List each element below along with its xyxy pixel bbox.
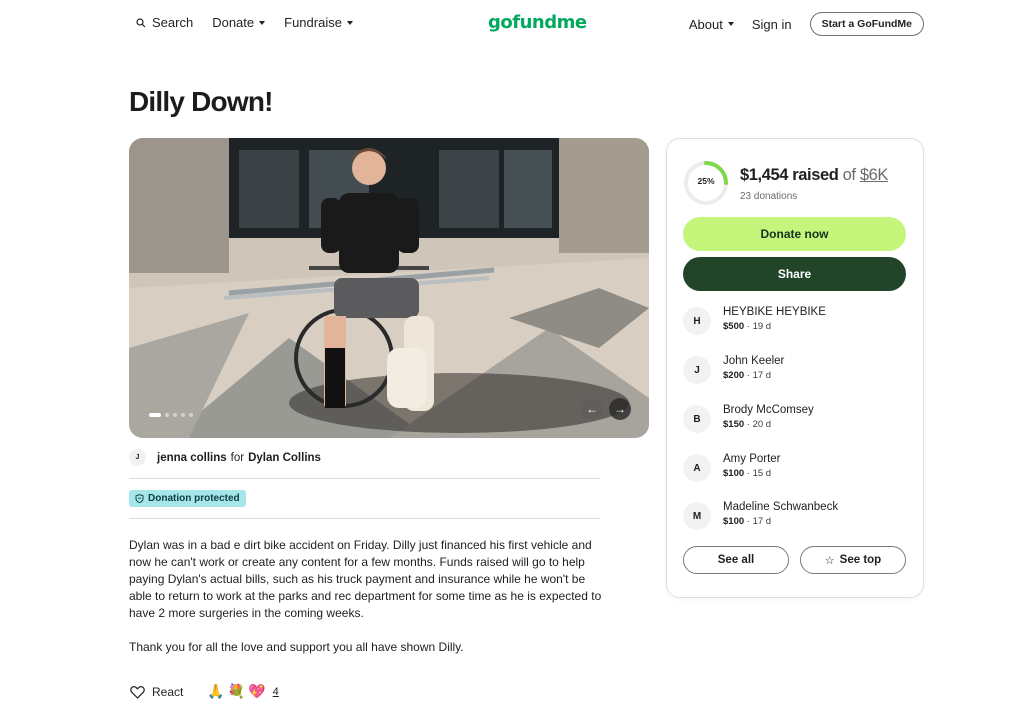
story-paragraph: Thank you for all the love and support y… xyxy=(129,640,464,654)
gofundme-logo[interactable]: gofundme xyxy=(488,12,587,33)
fundraise-menu[interactable]: Fundraise xyxy=(284,15,353,30)
donation-protected-badge[interactable]: Donation protected xyxy=(129,490,246,507)
donor-name: Amy Porter xyxy=(723,453,781,465)
donor-amount: $100 xyxy=(723,516,745,527)
see-all-button[interactable]: See all xyxy=(683,546,789,574)
donor-name: John Keeler xyxy=(723,355,785,367)
donor-name: Madeline Schwanbeck xyxy=(723,501,839,513)
carousel-next-button[interactable]: → xyxy=(609,398,631,420)
bouquet-icon: 💐 xyxy=(227,683,246,699)
reaction-emojis[interactable]: 🙏 💐 💖 4 xyxy=(207,683,278,700)
story-paragraph: Dylan was in a bad e dirt bike accident … xyxy=(129,538,602,620)
star-icon: ☆ xyxy=(824,554,835,567)
carousel-dot[interactable] xyxy=(165,413,169,417)
donation-protected-label: Donation protected xyxy=(148,493,240,504)
donor-avatar: A xyxy=(683,454,711,482)
donor-name: Brody McComsey xyxy=(723,404,814,416)
organizer-avatar: J xyxy=(129,449,146,466)
beneficiary-name[interactable]: Dylan Collins xyxy=(248,452,321,464)
carousel-dot[interactable] xyxy=(189,413,193,417)
donate-menu-label: Donate xyxy=(212,15,255,30)
donor-time: 19 d xyxy=(752,321,772,332)
divider xyxy=(129,518,600,519)
photo-illustration xyxy=(129,138,649,438)
donor-amount: $200 xyxy=(723,370,745,381)
carousel-prev-button[interactable]: ← xyxy=(581,398,603,420)
shield-icon xyxy=(135,494,144,503)
arrow-left-icon: ← xyxy=(586,402,598,416)
chevron-down-icon xyxy=(727,22,734,26)
reactions-row: React 🙏 💐 💖 4 xyxy=(130,683,279,700)
react-label: React xyxy=(152,684,184,699)
donor-item: H HEYBIKE HEYBIKE $500 · 19 d xyxy=(683,305,826,335)
organizer-line: J jenna collins for Dylan Collins xyxy=(129,449,321,466)
search-icon xyxy=(136,17,146,27)
chevron-down-icon xyxy=(346,20,353,25)
heart-icon xyxy=(130,685,145,699)
campaign-photo[interactable] xyxy=(129,138,649,438)
raised-amount: $1,454 raised xyxy=(740,166,839,184)
fundraise-menu-label: Fundraise xyxy=(284,15,342,30)
carousel-dot[interactable] xyxy=(149,413,161,417)
donor-avatar: H xyxy=(683,307,711,335)
nav-right: About Sign in Start a GoFundMe xyxy=(689,12,924,36)
progress-percent: 25% xyxy=(697,176,715,186)
donor-item: J John Keeler $200 · 17 d xyxy=(683,354,784,384)
see-top-button[interactable]: ☆ See top xyxy=(800,546,906,574)
start-gofundme-button[interactable]: Start a GoFundMe xyxy=(809,12,924,36)
carousel-dot[interactable] xyxy=(173,413,177,417)
campaign-title: Dilly Down! xyxy=(129,86,273,117)
chevron-down-icon xyxy=(259,20,266,25)
campaign-story: Dylan was in a bad e dirt bike accident … xyxy=(129,537,604,656)
amount-raised: $1,454 raised of $6K xyxy=(740,166,888,185)
carousel-dot[interactable] xyxy=(181,413,185,417)
about-menu[interactable]: About xyxy=(689,17,734,32)
sparkling-heart-icon: 💖 xyxy=(248,683,266,699)
donor-avatar: B xyxy=(683,405,711,433)
divider xyxy=(129,478,600,479)
search-button[interactable]: Search xyxy=(136,15,193,30)
nav-left: Search Donate Fundraise xyxy=(136,15,372,30)
donor-name: HEYBIKE HEYBIKE xyxy=(723,306,826,318)
donor-avatar: J xyxy=(683,356,711,384)
raised-of: of xyxy=(842,166,856,184)
organizer-name[interactable]: jenna collins xyxy=(157,452,227,464)
carousel-dots xyxy=(149,413,193,417)
reaction-count[interactable]: 4 xyxy=(273,686,279,698)
donor-amount: $150 xyxy=(723,419,745,430)
arrow-right-icon: → xyxy=(614,402,626,416)
site-header: Search Donate Fundraise gofundme About S… xyxy=(0,0,1024,48)
donor-item: M Madeline Schwanbeck $100 · 17 d xyxy=(683,500,838,530)
about-menu-label: About xyxy=(688,16,723,32)
sign-in-link[interactable]: Sign in xyxy=(752,17,792,32)
search-label: Search xyxy=(152,15,194,30)
donor-amount: $500 xyxy=(723,321,745,332)
donor-time: 17 d xyxy=(752,516,772,527)
react-button[interactable]: React xyxy=(130,685,183,699)
donor-avatar: M xyxy=(683,502,711,530)
donate-menu[interactable]: Donate xyxy=(212,15,266,30)
donor-time: 20 d xyxy=(752,419,772,430)
donate-now-button[interactable]: Donate now xyxy=(683,217,906,251)
pray-icon: 🙏 xyxy=(207,683,225,699)
donor-item: B Brody McComsey $150 · 20 d xyxy=(683,403,814,433)
organizer-for-text: for xyxy=(230,451,245,464)
donor-time: 15 d xyxy=(752,468,772,479)
donor-amount: $100 xyxy=(723,468,745,479)
donor-time: 17 d xyxy=(752,370,772,381)
share-button[interactable]: Share xyxy=(683,257,906,291)
see-top-label: See top xyxy=(839,554,882,566)
donor-item: A Amy Porter $100 · 15 d xyxy=(683,452,781,482)
goal-amount[interactable]: $6K xyxy=(860,166,889,184)
donation-count: 23 donations xyxy=(740,191,798,202)
